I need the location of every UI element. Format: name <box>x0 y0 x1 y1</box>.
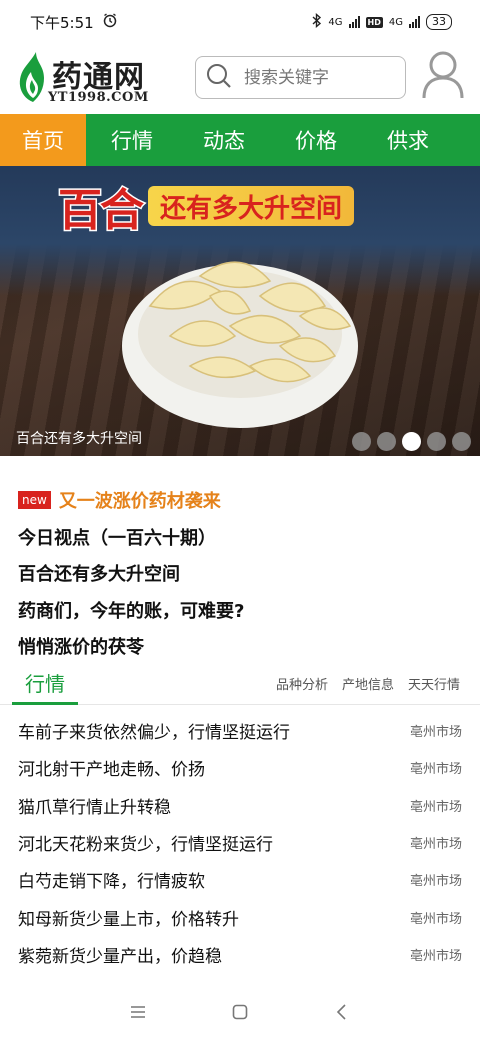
nav-item-supply[interactable]: 供求 <box>362 114 454 166</box>
list-item[interactable]: 白芍走销下降，行情疲软 亳州市场 <box>0 861 480 898</box>
new-badge: new <box>18 491 51 510</box>
list-item-market: 亳州市场 <box>409 762 462 778</box>
list-item-market: 亳州市场 <box>409 874 462 890</box>
market-list: 车前子来货依然偏少，行情坚挺运行 亳州市场 河北射干产地走畅、价扬 亳州市场 猫… <box>0 712 480 973</box>
list-item-market: 亳州市场 <box>409 799 462 815</box>
menu-icon[interactable] <box>126 1000 150 1024</box>
lily-bowl-image <box>122 261 358 428</box>
logo[interactable]: 药通网 YT1998.COM <box>14 50 164 108</box>
carousel-dot[interactable] <box>352 432 371 451</box>
search-input[interactable] <box>244 67 394 88</box>
carousel-dot[interactable] <box>377 432 396 451</box>
headline-item[interactable]: new 又一波涨价药材袭来 <box>18 482 468 519</box>
market-sub-tabs: 品种分析 产地信息 天天行情 <box>276 663 460 703</box>
banner-title-big: 百合 <box>57 184 146 238</box>
back-icon[interactable] <box>330 1000 354 1024</box>
headline-item[interactable]: 百合还有多大升空间 <box>18 555 468 592</box>
carousel-dot[interactable] <box>452 432 471 451</box>
list-item-title: 河北天花粉来货少，行情坚挺运行 <box>18 835 273 856</box>
sub-tab-origin-info[interactable]: 产地信息 <box>342 674 394 693</box>
list-item[interactable]: 车前子来货依然偏少，行情坚挺运行 亳州市场 <box>0 712 480 749</box>
network-label-2: 4G <box>388 16 403 28</box>
sub-tab-variety-analysis[interactable]: 品种分析 <box>276 674 328 693</box>
alarm-icon <box>102 12 118 32</box>
nav-item-price[interactable]: 价格 <box>270 114 362 166</box>
user-icon[interactable] <box>420 50 466 100</box>
list-item[interactable]: 知母新货少量上市，价格转升 亳州市场 <box>0 898 480 935</box>
list-item-title: 车前子来货依然偏少，行情坚挺运行 <box>18 723 290 744</box>
system-nav-bar <box>0 984 480 1040</box>
nav-item-home[interactable]: 首页 <box>0 114 86 166</box>
market-section-header: 行情 品种分析 产地信息 天天行情 <box>0 663 480 705</box>
headlines-list: new 又一波涨价药材袭来 今日视点（一百六十期） 百合还有多大升空间 药商们，… <box>18 482 468 665</box>
signal-icon-1 <box>348 16 360 28</box>
banner-carousel[interactable]: 百合 还有多大升空间 百合还有多大升空间 <box>0 166 480 456</box>
search-box[interactable] <box>195 56 406 99</box>
hd-badge: HD <box>365 16 383 28</box>
list-item-market: 亳州市场 <box>409 911 462 927</box>
tab-market[interactable]: 行情 <box>12 663 78 705</box>
headline-item[interactable]: 药商们，今年的账，可难要? <box>18 592 468 629</box>
nav-item-news[interactable]: 动态 <box>178 114 270 166</box>
carousel-dots <box>352 432 471 451</box>
header: 药通网 YT1998.COM <box>0 44 480 114</box>
nav-item-market[interactable]: 行情 <box>86 114 178 166</box>
banner-caption: 百合还有多大升空间 <box>16 431 142 447</box>
list-item[interactable]: 河北天花粉来货少，行情坚挺运行 亳州市场 <box>0 824 480 861</box>
list-item-title: 河北射干产地走畅、价扬 <box>18 760 205 781</box>
headline-text: 又一波涨价药材袭来 <box>58 491 221 513</box>
headline-item[interactable]: 悄悄涨价的茯苓 <box>18 628 468 665</box>
sub-tab-daily-market[interactable]: 天天行情 <box>408 674 460 693</box>
list-item-title: 猫爪草行情止升转稳 <box>18 797 171 818</box>
signal-icon-2 <box>409 16 420 28</box>
network-label-1: 4G <box>328 16 343 28</box>
list-item-title: 紫菀新货少量产出，价趋稳 <box>18 946 222 967</box>
list-item-market: 亳州市场 <box>409 725 462 741</box>
list-item-title: 白芍走销下降，行情疲软 <box>18 872 205 893</box>
logo-leaf-icon <box>19 52 44 102</box>
bluetooth-icon <box>312 12 322 31</box>
banner-title: 百合 还有多大升空间 <box>57 176 355 238</box>
list-item-title: 知母新货少量上市，价格转升 <box>18 909 239 930</box>
home-icon[interactable] <box>228 1000 252 1024</box>
headline-item[interactable]: 今日视点（一百六十期） <box>18 519 468 556</box>
list-item-market: 亳州市场 <box>409 837 462 853</box>
banner-title-rest: 还有多大升空间 <box>148 186 355 226</box>
status-bar: 下午5:51 4G HD 4G 33 <box>0 0 480 44</box>
main-nav: 首页 行情 动态 价格 供求 <box>0 114 480 166</box>
search-icon <box>206 63 232 93</box>
list-item[interactable]: 河北射干产地走畅、价扬 亳州市场 <box>0 749 480 786</box>
logo-subtitle: YT1998.COM <box>48 90 149 105</box>
carousel-dot[interactable] <box>427 432 446 451</box>
battery-indicator: 33 <box>426 14 452 30</box>
list-item-market: 亳州市场 <box>409 948 462 964</box>
list-item[interactable]: 猫爪草行情止升转稳 亳州市场 <box>0 787 480 824</box>
carousel-dot-active[interactable] <box>402 432 421 451</box>
list-item[interactable]: 紫菀新货少量产出，价趋稳 亳州市场 <box>0 936 480 973</box>
status-time: 下午5:51 <box>30 13 94 32</box>
